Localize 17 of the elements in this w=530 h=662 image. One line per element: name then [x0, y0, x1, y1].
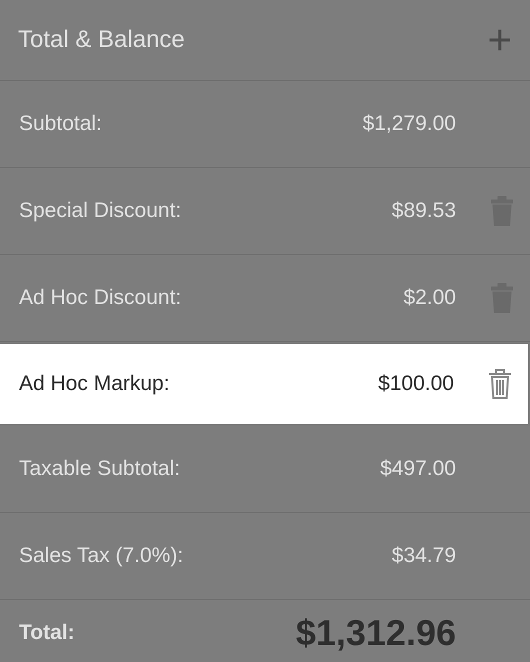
trash-icon[interactable]: [489, 369, 511, 399]
row-amount: $497.00: [380, 457, 456, 481]
row-label: Sales Tax (7.0%):: [19, 544, 184, 568]
row-label: Total:: [19, 621, 76, 645]
row-amount: $89.53: [392, 199, 456, 223]
add-button[interactable]: +: [487, 19, 512, 61]
row-amount: $34.79: [392, 544, 456, 568]
row-label: Subtotal:: [19, 112, 103, 136]
section-title: Total & Balance: [18, 26, 185, 54]
row-amount: $2.00: [403, 286, 456, 310]
row-amount: $100.00: [378, 372, 454, 396]
row-label: Special Discount:: [19, 199, 182, 223]
row-label: Taxable Subtotal:: [19, 457, 182, 481]
total-amount: $1,312.96: [296, 612, 456, 654]
row-label: Ad Hoc Discount:: [19, 286, 182, 310]
row-amount: $1,279.00: [362, 112, 456, 136]
row-label: Ad Hoc Markup:: [19, 372, 171, 396]
